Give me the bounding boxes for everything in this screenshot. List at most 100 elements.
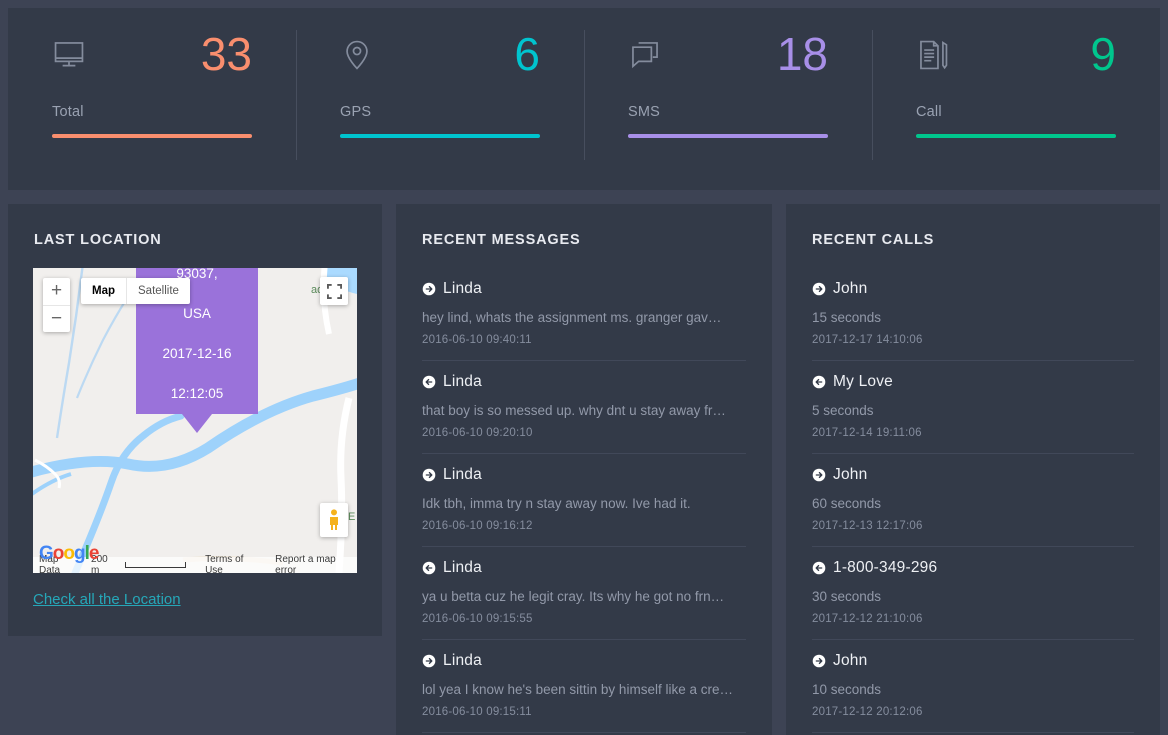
- call-row-header: John: [812, 652, 1134, 670]
- stat-bar-gps: [340, 134, 540, 138]
- map-info-time: 12:12:05: [136, 374, 258, 414]
- message-row[interactable]: Linda lol yea I know he's been sittin by …: [422, 640, 746, 733]
- call-timestamp: 2017-12-17 14:10:06: [812, 334, 1134, 346]
- messages-list: Linda hey lind, whats the assignment ms. …: [396, 268, 772, 733]
- arrow-circle-left-icon: [422, 561, 436, 575]
- call-row[interactable]: 1-800-349-296 30 seconds 2017-12-12 21:10:…: [812, 547, 1134, 640]
- message-row-header: Linda: [422, 373, 746, 391]
- map-info-date: 2017-12-16: [136, 334, 258, 374]
- calls-list: John 15 seconds 2017-12-17 14:10:06 My Love…: [786, 268, 1160, 733]
- recent-calls-panel: RECENT CALLS John 15 seconds 2017-12-17 14…: [786, 204, 1160, 735]
- message-row-header: Linda: [422, 559, 746, 577]
- fullscreen-icon[interactable]: [320, 277, 348, 305]
- arrow-circle-right-icon: [812, 282, 826, 296]
- message-timestamp: 2016-06-10 09:15:11: [422, 706, 746, 718]
- call-row-header: John: [812, 280, 1134, 298]
- recent-messages-panel: RECENT MESSAGES Linda hey lind, whats the…: [396, 204, 772, 735]
- call-row[interactable]: John 15 seconds 2017-12-17 14:10:06: [812, 268, 1134, 361]
- arrow-circle-right-icon: [812, 468, 826, 482]
- arrow-circle-left-icon: [812, 375, 826, 389]
- map-type-map-button[interactable]: Map: [81, 278, 126, 304]
- map-container[interactable]: ad p E 93037, USA 2017-12-16 12:12:05 + …: [33, 268, 357, 573]
- monitor-icon: [52, 38, 86, 72]
- call-row[interactable]: John 10 seconds 2017-12-12 20:12:06: [812, 640, 1134, 733]
- panel-title-recent-messages: RECENT MESSAGES: [396, 204, 772, 248]
- call-row[interactable]: My Love5 seconds2017-12-14 19:11:06: [812, 361, 1134, 454]
- message-row[interactable]: Linda hey lind, whats the assignment ms. …: [422, 268, 746, 361]
- check-all-location-link[interactable]: Check all the Location: [33, 591, 181, 608]
- map-type-satellite-button[interactable]: Satellite: [126, 278, 190, 304]
- stat-value-total: 33: [201, 32, 252, 76]
- call-duration: 5 seconds: [812, 403, 1134, 418]
- message-row-header: Linda: [422, 466, 746, 484]
- google-wordmark: Google: [39, 543, 98, 565]
- call-contact-name: John: [833, 466, 867, 484]
- arrow-circle-right-icon: [422, 468, 436, 482]
- stat-bar-total: [52, 134, 252, 138]
- stats-summary-card: 33 Total 6 GPS 18 S: [8, 8, 1160, 190]
- map-zoom-out-button[interactable]: −: [43, 305, 70, 332]
- map-report-error-link[interactable]: Report a map error: [275, 554, 357, 573]
- message-row[interactable]: Linda that boy is so messed up. why dnt u…: [422, 361, 746, 454]
- arrow-circle-left-icon: [422, 375, 436, 389]
- call-row-header: John: [812, 466, 1134, 484]
- call-row-header: My Love: [812, 373, 1134, 391]
- arrow-circle-right-icon: [422, 654, 436, 668]
- message-contact-name: Linda: [443, 280, 482, 298]
- call-duration: 10 seconds: [812, 682, 1134, 697]
- call-row[interactable]: John 60 seconds 2017-12-13 12:17:06: [812, 454, 1134, 547]
- message-contact-name: Linda: [443, 652, 482, 670]
- call-contact-name: John: [833, 652, 867, 670]
- message-contact-name: Linda: [443, 466, 482, 484]
- map-type-control[interactable]: Map Satellite: [81, 278, 190, 304]
- stat-value-gps: 6: [514, 32, 540, 76]
- message-timestamp: 2016-06-10 09:15:55: [422, 613, 746, 625]
- stat-label-sms: SMS: [628, 104, 828, 120]
- message-text: hey lind, whats the assignment ms. grang…: [422, 310, 746, 325]
- stat-card-call: 9 Call: [872, 8, 1160, 190]
- message-text: that boy is so messed up. why dnt u stay…: [422, 403, 746, 418]
- chat-bubbles-icon: [628, 38, 662, 72]
- stat-bar-call: [916, 134, 1116, 138]
- message-row[interactable]: Linda Idk tbh, imma try n stay away now. …: [422, 454, 746, 547]
- call-duration: 60 seconds: [812, 496, 1134, 511]
- message-text: ya u betta cuz he legit cray. Its why he…: [422, 589, 746, 604]
- stat-card-gps: 6 GPS: [296, 8, 584, 190]
- stat-value-sms: 18: [777, 32, 828, 76]
- message-timestamp: 2016-06-10 09:20:10: [422, 427, 746, 439]
- call-row-header: 1-800-349-296: [812, 559, 1134, 577]
- stat-card-sms: 18 SMS: [584, 8, 872, 190]
- message-row-header: Linda: [422, 652, 746, 670]
- panel-title-last-location: LAST LOCATION: [8, 204, 382, 248]
- call-duration: 30 seconds: [812, 589, 1134, 604]
- message-contact-name: Linda: [443, 373, 482, 391]
- map-zoom-controls[interactable]: + −: [43, 278, 70, 332]
- map-zoom-in-button[interactable]: +: [43, 278, 70, 305]
- map-scale-bar: [125, 562, 186, 568]
- stat-label-call: Call: [916, 104, 1116, 120]
- call-contact-name: My Love: [833, 373, 893, 391]
- last-location-panel: LAST LOCATION ad p E 93037, USA 2017: [8, 204, 382, 636]
- note-pen-icon: [916, 38, 950, 72]
- street-view-pegman-icon[interactable]: [320, 503, 348, 537]
- message-contact-name: Linda: [443, 559, 482, 577]
- arrow-circle-right-icon: [812, 654, 826, 668]
- call-duration: 15 seconds: [812, 310, 1134, 325]
- panel-title-recent-calls: RECENT CALLS: [786, 204, 1160, 248]
- call-timestamp: 2017-12-13 12:17:06: [812, 520, 1134, 532]
- arrow-circle-left-icon: [812, 561, 826, 575]
- stat-label-total: Total: [52, 104, 252, 120]
- call-contact-name: John: [833, 280, 867, 298]
- message-text: lol yea I know he's been sittin by himse…: [422, 682, 746, 697]
- message-timestamp: 2016-06-10 09:16:12: [422, 520, 746, 532]
- map-terms-link[interactable]: Terms of Use: [205, 554, 262, 573]
- call-timestamp: 2017-12-12 21:10:06: [812, 613, 1134, 625]
- stat-card-total: 33 Total: [8, 8, 296, 190]
- message-timestamp: 2016-06-10 09:40:11: [422, 334, 746, 346]
- message-text: Idk tbh, imma try n stay away now. Ive h…: [422, 496, 746, 511]
- stat-label-gps: GPS: [340, 104, 540, 120]
- message-row-header: Linda: [422, 280, 746, 298]
- call-timestamp: 2017-12-12 20:12:06: [812, 706, 1134, 718]
- message-row[interactable]: Linda ya u betta cuz he legit cray. Its w…: [422, 547, 746, 640]
- arrow-circle-right-icon: [422, 282, 436, 296]
